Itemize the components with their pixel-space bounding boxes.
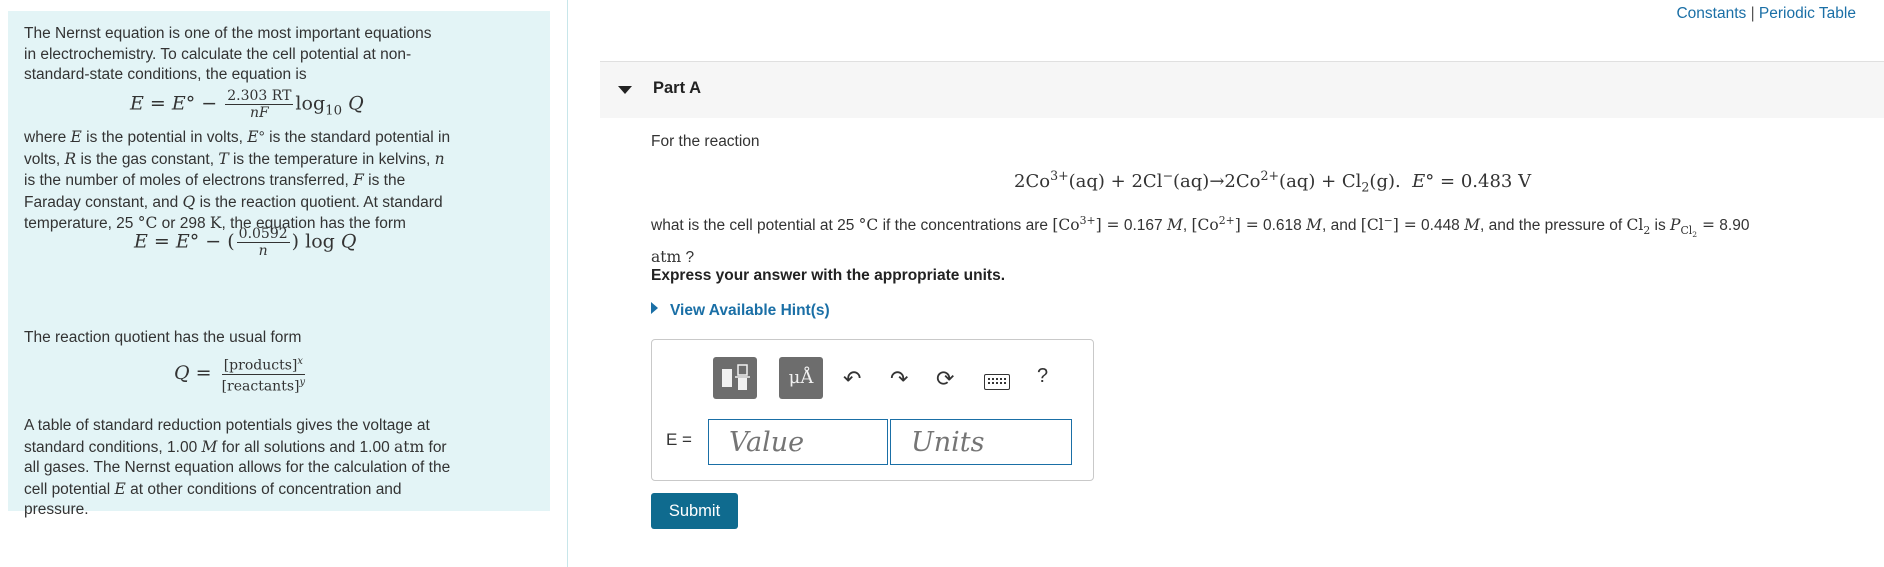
undo-icon[interactable]: ↶ <box>843 366 861 392</box>
eq3-numerator: [products] <box>223 357 298 374</box>
reaction-equation: 2Co3+(aq) + 2Cl−(aq)→2Co2+(aq) + Cl2(g).… <box>1014 168 1532 195</box>
units-instruction: Express your answer with the appropriate… <box>651 267 1006 284</box>
question-intro: For the reaction <box>651 133 760 150</box>
part-title[interactable]: Part A <box>653 79 701 98</box>
nernst-equation: E = E° − 2.303 RT nF log10 Q <box>130 88 364 121</box>
submit-button[interactable]: Submit <box>651 493 738 529</box>
help-icon[interactable]: ? <box>1037 365 1048 388</box>
info-panel: The Nernst equation is one of the most i… <box>8 11 550 518</box>
keyboard-icon[interactable] <box>984 374 1010 390</box>
templates-icon <box>722 364 750 390</box>
eq1-denominator: nF <box>249 105 269 121</box>
quotient-paragraph: The reaction quotient has the usual form <box>24 329 302 346</box>
simplified-nernst-equation: E = E° − (0.0592 n) log Q <box>134 226 357 259</box>
expand-caret-icon[interactable] <box>651 302 658 314</box>
intro-paragraph: The Nernst equation is one of the most i… <box>24 25 432 83</box>
eq2-numerator: 0.0592 <box>236 226 290 243</box>
standard-potential-value: 0.483 <box>1460 171 1513 192</box>
redo-icon[interactable]: ↷ <box>890 366 908 392</box>
units-button[interactable]: μÅ <box>779 357 823 399</box>
eq3-denominator: [reactants] <box>221 378 300 395</box>
standard-potential-paragraph: A table of standard reduction potentials… <box>24 417 451 518</box>
units-input[interactable] <box>890 419 1072 465</box>
reset-icon[interactable]: ⟳ <box>936 366 954 392</box>
collapse-caret-icon[interactable] <box>618 86 632 94</box>
view-hints-link[interactable]: View Available Hint(s) <box>670 302 830 320</box>
part-header[interactable] <box>600 62 1884 118</box>
eq1-numerator: 2.303 RT <box>225 88 294 105</box>
templates-button[interactable] <box>713 357 757 399</box>
reaction-quotient-equation: Q = [products]x [reactants]y <box>174 356 306 395</box>
question-text: what is the cell potential at 25 °C if t… <box>651 214 1750 267</box>
top-links: Constants | Periodic Table <box>1676 5 1856 22</box>
periodic-table-link[interactable]: Periodic Table <box>1759 5 1856 22</box>
eq2-denominator: n <box>258 243 268 259</box>
variables-paragraph: where E is the potential in volts, E° is… <box>24 128 451 232</box>
value-input[interactable] <box>708 419 888 465</box>
panel-divider <box>567 0 568 567</box>
constants-link[interactable]: Constants <box>1676 5 1746 22</box>
answer-label: E = <box>666 430 692 449</box>
